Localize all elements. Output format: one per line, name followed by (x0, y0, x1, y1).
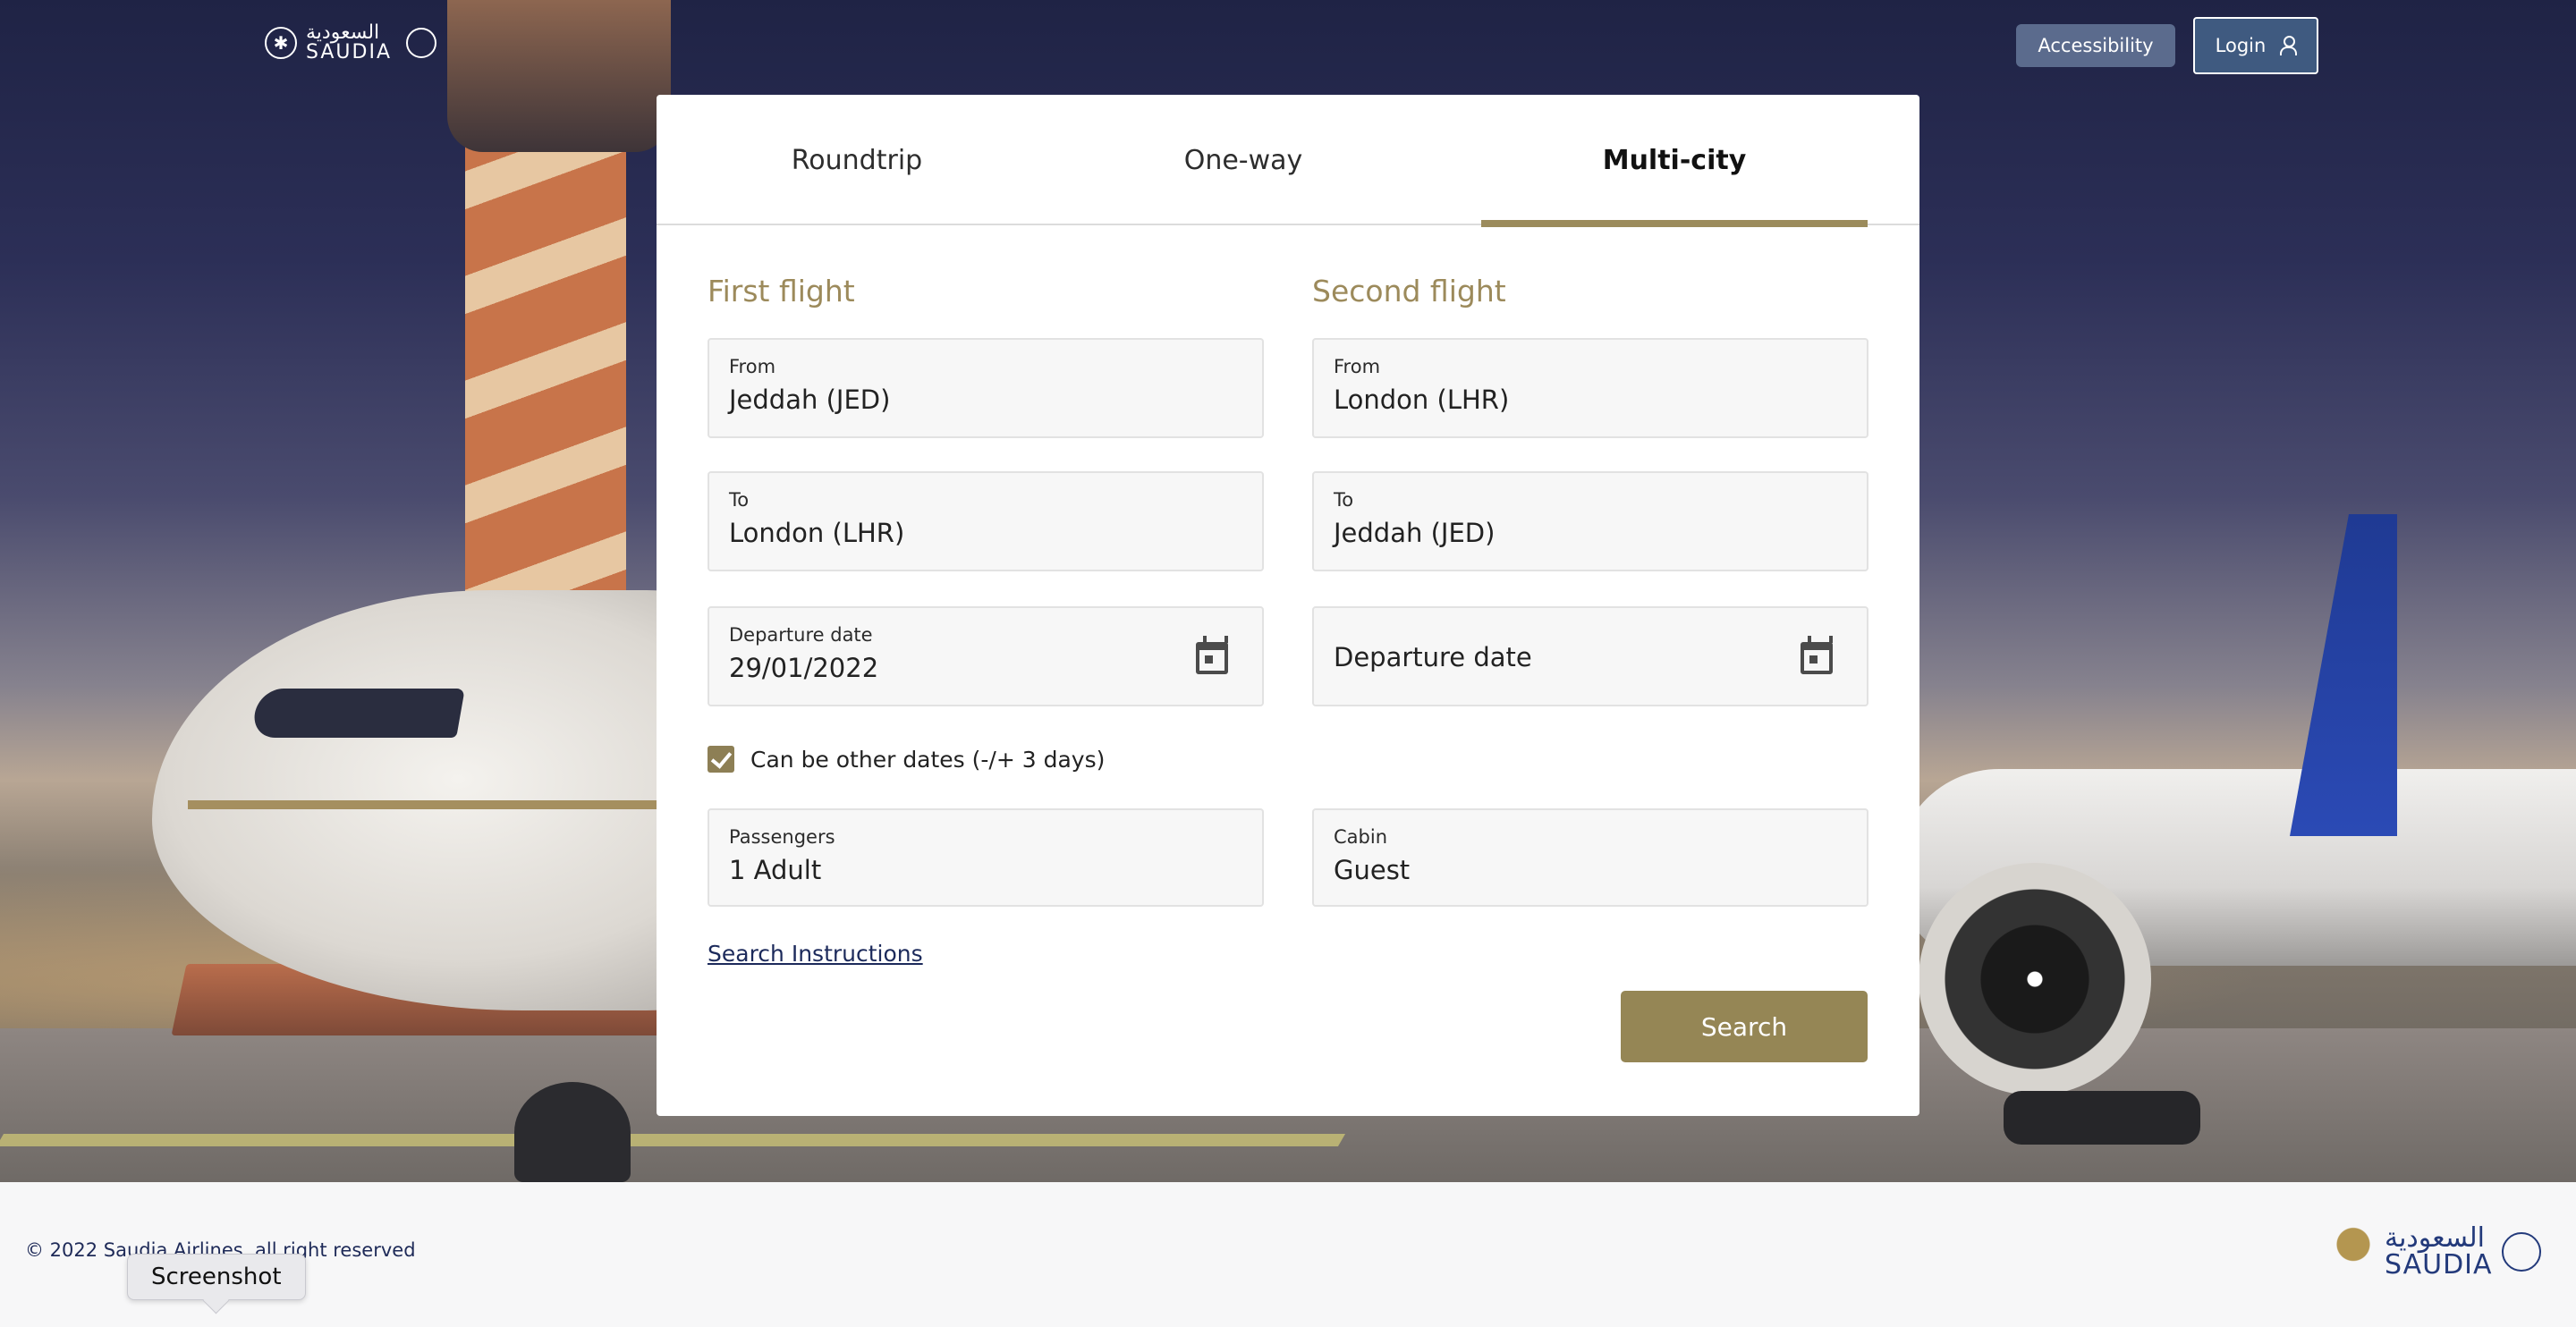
second-flight-to-field[interactable]: To Jeddah (JED) (1312, 471, 1868, 571)
field-value: Guest (1334, 855, 1411, 885)
first-flight-to-field[interactable]: To London (LHR) (708, 471, 1264, 571)
skyteam-icon (2501, 1232, 2541, 1272)
first-flight-from-field[interactable]: From Jeddah (JED) (708, 338, 1264, 438)
palm-swords-icon (2331, 1227, 2376, 1277)
accessibility-button[interactable]: Accessibility (2016, 24, 2175, 67)
footer-saudia-logo[interactable]: السعودية SAUDIA (2331, 1225, 2541, 1279)
second-flight-title: Second flight (1312, 274, 1506, 309)
footer-logo-arabic-text: السعودية (2385, 1222, 2486, 1254)
aircraft-tail (2290, 514, 2397, 836)
cockpit-window (250, 689, 465, 738)
trip-type-tabs: Roundtrip One-way Multi-city (657, 95, 1919, 227)
second-flight-departure-date-field[interactable]: Departure date (1312, 606, 1868, 706)
field-value: Jeddah (JED) (1334, 518, 1496, 548)
field-label: From (1334, 356, 1381, 377)
footer-logo-english-text: SAUDIA (2385, 1249, 2493, 1281)
field-value: 1 Adult (729, 855, 822, 885)
saudia-logo[interactable]: ✱ السعودية SAUDIA (265, 23, 437, 63)
skyteam-icon (406, 28, 437, 58)
passengers-field[interactable]: Passengers 1 Adult (708, 808, 1264, 907)
field-label: To (1334, 489, 1354, 511)
control-tower-cab (447, 0, 671, 152)
field-label: From (729, 356, 776, 377)
nose-landing-gear (514, 1082, 631, 1182)
field-value: London (LHR) (729, 518, 905, 548)
field-placeholder: Departure date (1334, 642, 1532, 672)
user-icon (2280, 36, 2298, 55)
field-value: Jeddah (JED) (729, 385, 891, 415)
first-flight-departure-date-field[interactable]: Departure date 29/01/2022 (708, 606, 1264, 706)
field-value: 29/01/2022 (729, 653, 879, 683)
first-flight-title: First flight (708, 274, 855, 309)
flexible-dates-label: Can be other dates (-/+ 3 days) (750, 746, 1106, 773)
tarmac-marking (0, 1134, 1346, 1146)
logo-wordmark: السعودية SAUDIA (306, 23, 392, 63)
calendar-icon[interactable] (1801, 636, 1833, 674)
calendar-icon[interactable] (1196, 636, 1228, 674)
search-button[interactable]: Search (1621, 991, 1868, 1062)
login-button[interactable]: Login (2193, 17, 2318, 74)
field-value: London (LHR) (1334, 385, 1510, 415)
tab-multi-city[interactable]: Multi-city (1481, 95, 1868, 227)
field-label: Departure date (729, 624, 873, 646)
tab-roundtrip[interactable]: Roundtrip (664, 95, 1050, 225)
search-instructions-link[interactable]: Search Instructions (708, 941, 923, 967)
logo-arabic-text: السعودية (306, 21, 380, 44)
aircraft-engine (1919, 863, 2151, 1095)
screenshot-tooltip: Screenshot (127, 1254, 306, 1300)
tab-one-way[interactable]: One-way (1050, 95, 1436, 225)
palm-swords-icon: ✱ (265, 27, 297, 59)
booking-card: Roundtrip One-way Multi-city First fligh… (657, 95, 1919, 1116)
field-label: Passengers (729, 826, 835, 848)
logo-english-text: SAUDIA (306, 41, 393, 63)
cabin-field[interactable]: Cabin Guest (1312, 808, 1868, 907)
flexible-dates-option[interactable]: Can be other dates (-/+ 3 days) (708, 746, 1105, 773)
field-label: To (729, 489, 750, 511)
field-label: Cabin (1334, 826, 1388, 848)
footer-logo-wordmark: السعودية SAUDIA (2385, 1225, 2493, 1279)
second-flight-from-field[interactable]: From London (LHR) (1312, 338, 1868, 438)
login-label: Login (2215, 35, 2267, 56)
flexible-dates-checkbox[interactable] (708, 746, 734, 773)
main-landing-gear (2004, 1091, 2200, 1145)
